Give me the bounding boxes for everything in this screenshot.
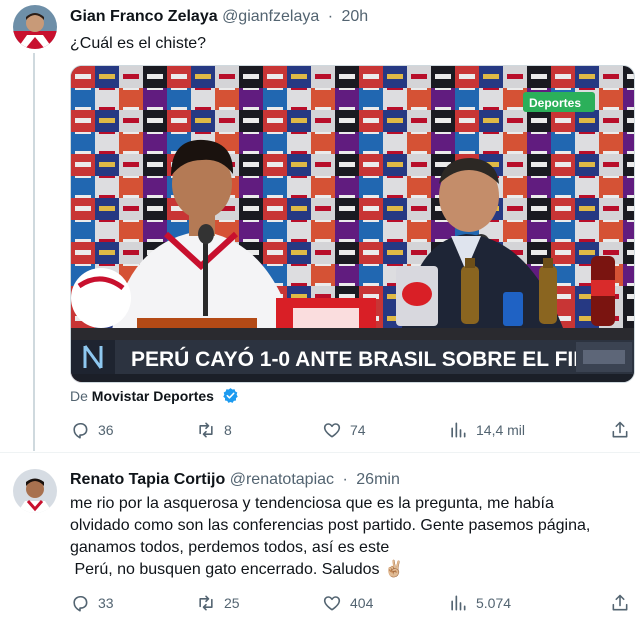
share-button[interactable]	[610, 420, 638, 440]
media-caption: PERÚ CAYÓ 1-0 ANTE BRASIL SOBRE EL FINAL	[131, 347, 617, 371]
action-bar: 33 25 404 5.074	[70, 593, 635, 617]
tweet-2[interactable]: Renato Tapia Cortijo @renatotapiac · 26m…	[0, 452, 640, 620]
share-button[interactable]	[610, 593, 638, 613]
reply-count: 36	[98, 422, 114, 438]
retweet-button[interactable]: 25	[196, 593, 240, 613]
tweet-text-line: me rio por la asquerosa y tendenciosa qu…	[70, 495, 554, 512]
tweet-header: Renato Tapia Cortijo @renatotapiac · 26m…	[70, 471, 400, 489]
reply-icon	[73, 595, 88, 612]
author-handle[interactable]: @gianfzelaya	[222, 8, 319, 25]
views-button[interactable]: 14,4 mil	[448, 420, 525, 440]
like-count: 404	[350, 595, 374, 611]
author-handle[interactable]: @renatotapiac	[230, 471, 334, 488]
media-source[interactable]: De Movistar Deportes	[70, 387, 239, 404]
analytics-icon	[451, 422, 466, 438]
like-button[interactable]: 404	[322, 593, 373, 613]
tweet-text-line: olvidado como son las conferencias post …	[70, 517, 591, 534]
tweet-text-line: ganamos todos, perdemos todos, así es es…	[70, 539, 390, 556]
source-prefix: De	[70, 388, 88, 404]
retweet-count: 8	[224, 422, 232, 438]
reply-icon	[73, 422, 88, 439]
separator-dot: ·	[327, 8, 334, 25]
tweet-header: Gian Franco Zelaya @gianfzelaya · 20h	[70, 8, 368, 26]
retweet-icon	[199, 422, 213, 438]
retweet-count: 25	[224, 595, 240, 611]
tweet-1[interactable]: Gian Franco Zelaya @gianfzelaya · 20h ¿C…	[0, 0, 640, 452]
retweet-button[interactable]: 8	[196, 420, 232, 440]
reply-button[interactable]: 33	[70, 593, 114, 613]
author-name[interactable]: Gian Franco Zelaya	[70, 8, 218, 25]
thread-line	[33, 53, 35, 451]
media-image[interactable]: Deportes PERÚ CAYÓ 1-0 ANTE BRASIL SOBRE…	[70, 65, 635, 383]
avatar-gian-franco[interactable]	[13, 5, 57, 49]
views-button[interactable]: 5.074	[448, 593, 511, 613]
media-badge: Deportes	[529, 96, 581, 110]
verified-badge-icon	[223, 388, 238, 403]
reply-count: 33	[98, 595, 114, 611]
heart-icon	[323, 596, 341, 611]
action-bar: 36 8 74 14,4 mil	[70, 420, 635, 444]
retweet-icon	[199, 595, 213, 611]
timestamp[interactable]: 20h	[341, 8, 368, 25]
like-button[interactable]: 74	[322, 420, 366, 440]
like-count: 74	[350, 422, 366, 438]
separator-dot: ·	[342, 471, 348, 488]
tweet-text-line: Perú, no busquen gato encerrado. Saludos…	[70, 561, 404, 578]
reply-button[interactable]: 36	[70, 420, 114, 440]
share-icon	[612, 421, 628, 438]
analytics-icon	[451, 595, 466, 611]
heart-icon	[323, 423, 341, 438]
source-name[interactable]: Movistar Deportes	[92, 388, 214, 404]
tweet-text: ¿Cuál es el chiste?	[70, 35, 207, 52]
views-count: 14,4 mil	[476, 422, 526, 438]
author-name[interactable]: Renato Tapia Cortijo	[70, 471, 225, 488]
avatar-renato-tapia[interactable]	[13, 469, 57, 513]
views-count: 5.074	[476, 595, 512, 611]
share-icon	[612, 594, 628, 611]
timestamp[interactable]: 26min	[356, 471, 400, 488]
tweet-text: me rio por la asquerosa y tendenciosa qu…	[70, 493, 630, 581]
